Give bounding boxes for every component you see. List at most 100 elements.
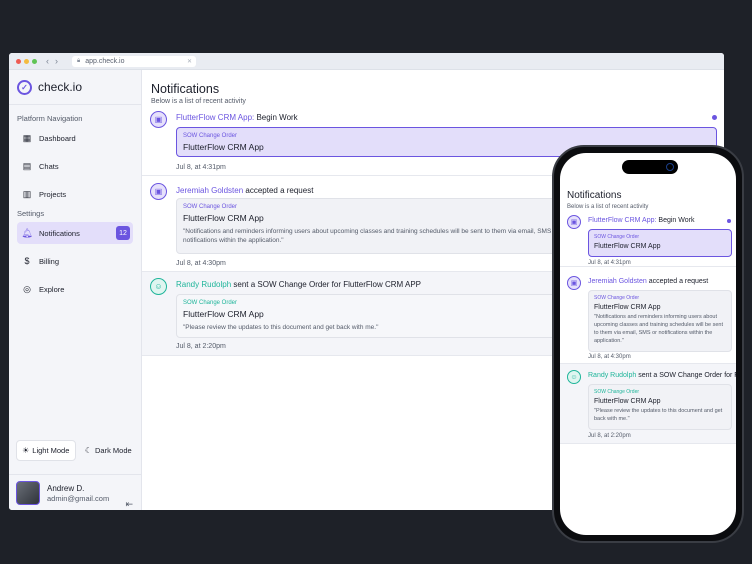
- maximize-window-button[interactable]: [32, 58, 37, 64]
- sun-icon: ☀: [22, 446, 30, 455]
- brand[interactable]: ✓ check.io: [9, 70, 141, 105]
- sidebar-item-chats[interactable]: ▤ Chats: [17, 155, 133, 177]
- check-logo-icon: ✓: [17, 79, 32, 95]
- dark-mode-button[interactable]: ☾ Dark Mode: [80, 440, 138, 461]
- notification-count-badge: 12: [116, 226, 130, 240]
- minimize-window-button[interactable]: [24, 58, 29, 64]
- page-subtitle: Below is a list of recent activity: [151, 98, 246, 105]
- sidebar-item-label: Projects: [39, 189, 67, 199]
- browser-toolbar: ‹ › 🔒︎ app.check.io ✕: [9, 53, 724, 70]
- user-icon: ☺: [150, 278, 167, 295]
- document-icon: ▣: [150, 183, 167, 200]
- notification-actor[interactable]: FlutterFlow CRM App:: [176, 113, 254, 122]
- notification-action: accepted a request: [646, 278, 709, 285]
- close-window-button[interactable]: [16, 58, 21, 64]
- sidebar-item-label: Notifications: [39, 228, 80, 238]
- notification-card[interactable]: SOW Change Order FlutterFlow CRM App "No…: [176, 198, 596, 254]
- notification-actor[interactable]: Randy Rudolph: [588, 372, 636, 379]
- notification-actor[interactable]: Jeremiah Goldsten: [588, 278, 647, 285]
- explore-icon: ◎: [23, 283, 31, 294]
- notification-time: Jul 8, at 4:31pm: [588, 260, 631, 266]
- user-email: admin@gmail.com: [47, 493, 110, 503]
- card-tag: SOW Change Order: [594, 389, 640, 395]
- card-title: FlutterFlow CRM App: [594, 304, 661, 311]
- unread-indicator: [712, 115, 717, 120]
- notification-item[interactable]: ▣ Jeremiah Goldsten accepted a request S…: [560, 270, 736, 364]
- notification-time: Jul 8, at 2:20pm: [176, 343, 226, 350]
- sidebar-item-dashboard[interactable]: ▦ Dashboard: [17, 127, 133, 149]
- theme-toggle: ☀ Light Mode ☾ Dark Mode: [16, 440, 137, 461]
- notification-actor[interactable]: FlutterFlow CRM App:: [588, 217, 656, 224]
- notification-action: Begin Work: [656, 217, 695, 224]
- notification-card[interactable]: SOW Change Order FlutterFlow CRM App "Pl…: [588, 384, 732, 430]
- notification-action: sent a SOW Change Order for FlutterFlow …: [231, 280, 421, 289]
- address-bar[interactable]: 🔒︎ app.check.io ✕: [72, 55, 196, 67]
- brand-name: check.io: [38, 80, 83, 94]
- sidebar-item-explore[interactable]: ◎ Explore: [17, 278, 133, 300]
- avatar: [16, 481, 40, 505]
- user-profile[interactable]: Andrew D. admin@gmail.com ⇤: [9, 474, 141, 510]
- chat-icon: ▤: [22, 160, 32, 171]
- user-icon: ☺: [567, 370, 581, 384]
- notification-action: accepted a request: [243, 186, 314, 195]
- notification-title: Randy Rudolph sent a SOW Change Order fo…: [176, 280, 421, 289]
- sidebar-item-billing[interactable]: $ Billing: [17, 250, 133, 272]
- notification-title: Jeremiah Goldsten accepted a request: [176, 186, 313, 195]
- sidebar-item-label: Chats: [39, 161, 59, 171]
- document-icon: ▣: [150, 111, 167, 128]
- page-title: Notifications: [151, 82, 220, 96]
- collapse-sidebar-icon[interactable]: ⇤: [125, 499, 133, 510]
- clear-url-icon[interactable]: ✕: [187, 58, 192, 65]
- unread-indicator: [727, 219, 731, 223]
- camera-icon: [666, 163, 674, 171]
- notification-time: Jul 8, at 2:20pm: [588, 433, 631, 439]
- projects-icon: ▥: [22, 188, 32, 199]
- card-title: FlutterFlow CRM App: [594, 243, 661, 250]
- page-title: Notifications: [567, 190, 622, 201]
- notification-action: sent a SOW Change Order for FlutterFlow …: [638, 372, 736, 379]
- sidebar-item-projects[interactable]: ▥ Projects: [17, 183, 133, 205]
- url-text: app.check.io: [85, 57, 125, 65]
- notification-title: FlutterFlow CRM App: Begin Work: [588, 217, 694, 224]
- card-tag: SOW Change Order: [183, 204, 238, 210]
- sidebar-item-label: Billing: [39, 256, 60, 266]
- notification-time: Jul 8, at 4:31pm: [176, 164, 226, 171]
- bell-icon: 🔔︎: [21, 227, 33, 238]
- sidebar-item-notifications[interactable]: 🔔︎ Notifications 12: [17, 222, 133, 244]
- dark-mode-label: Dark Mode: [94, 446, 132, 455]
- notification-actor[interactable]: Randy Rudolph: [176, 280, 231, 289]
- notification-card[interactable]: SOW Change Order FlutterFlow CRM App "Pl…: [176, 294, 596, 338]
- document-icon: ▣: [567, 215, 581, 229]
- phone-screen: Notifications Below is a list of recent …: [560, 153, 736, 535]
- phone-frame: Notifications Below is a list of recent …: [552, 145, 744, 543]
- notification-item[interactable]: ☺ Randy Rudolph sent a SOW Change Order …: [560, 364, 736, 444]
- notification-actor[interactable]: Jeremiah Goldsten: [176, 186, 243, 195]
- platform-navigation-label: Platform Navigation: [17, 114, 83, 123]
- sidebar-item-label: Dashboard: [39, 133, 76, 143]
- dollar-icon: $: [24, 256, 30, 266]
- card-title: FlutterFlow CRM App: [183, 309, 264, 319]
- settings-label: Settings: [17, 209, 45, 218]
- document-icon: ▣: [567, 276, 581, 290]
- back-arrow-icon[interactable]: ‹: [46, 56, 49, 66]
- notification-title: FlutterFlow CRM App: Begin Work: [176, 113, 298, 122]
- card-body: "Notifications and reminders informing u…: [183, 228, 559, 245]
- notification-title: Jeremiah Goldsten accepted a request: [588, 278, 708, 285]
- notification-item[interactable]: ▣ FlutterFlow CRM App: Begin Work SOW Ch…: [560, 211, 736, 267]
- notification-card[interactable]: SOW Change Order FlutterFlow CRM App "No…: [588, 290, 732, 352]
- card-body: "Please review the updates to this docum…: [183, 324, 379, 331]
- card-tag: SOW Change Order: [183, 133, 238, 139]
- forward-arrow-icon[interactable]: ›: [55, 56, 58, 66]
- moon-icon: ☾: [84, 446, 92, 455]
- page-subtitle: Below is a list of recent activity: [567, 204, 649, 210]
- card-body: "Please review the updates to this docum…: [594, 408, 723, 422]
- notification-card[interactable]: SOW Change Order FlutterFlow CRM App: [588, 229, 732, 257]
- sidebar-item-label: Explore: [39, 284, 65, 294]
- card-tag: SOW Change Order: [594, 295, 640, 301]
- notification-time: Jul 8, at 4:30pm: [176, 260, 226, 267]
- light-mode-button[interactable]: ☀ Light Mode: [16, 440, 76, 461]
- lock-icon: 🔒︎: [77, 57, 81, 64]
- light-mode-label: Light Mode: [32, 446, 70, 455]
- card-title: FlutterFlow CRM App: [594, 398, 661, 405]
- card-body: "Notifications and reminders informing u…: [594, 314, 724, 344]
